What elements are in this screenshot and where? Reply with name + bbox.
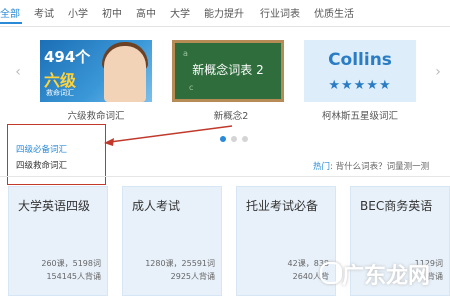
watermark: 广东龙网 (319, 258, 430, 290)
course-stats: 1280课，25591词 (145, 259, 215, 268)
hot-link[interactable]: 热门: 背什么词表？词量测一测 (313, 160, 429, 172)
course-stats: 260课，5198词 (41, 259, 101, 268)
hot-text[interactable]: 背什么词表？词量测一测 (336, 162, 430, 172)
watermark-logo-icon (319, 262, 342, 284)
course-title: 托业考试必备 (246, 199, 319, 213)
course-card-adult-exam[interactable]: 成人考试 1280课，25591词 2925人背诵 (122, 186, 222, 296)
course-title: 大学英语四级 (18, 199, 91, 213)
course-learners: 154145人背诵 (46, 272, 101, 281)
watermark-text: 广东龙网 (341, 264, 430, 289)
section-divider (0, 176, 450, 177)
course-card-cet4[interactable]: 大学英语四级 260课，5198词 154145人背诵 (8, 186, 108, 296)
course-title: 成人考试 (132, 199, 181, 213)
course-learners: 2925人背诵 (170, 272, 215, 281)
hot-label: 热门: (313, 162, 333, 172)
course-title: BEC商务英语 (360, 199, 433, 213)
